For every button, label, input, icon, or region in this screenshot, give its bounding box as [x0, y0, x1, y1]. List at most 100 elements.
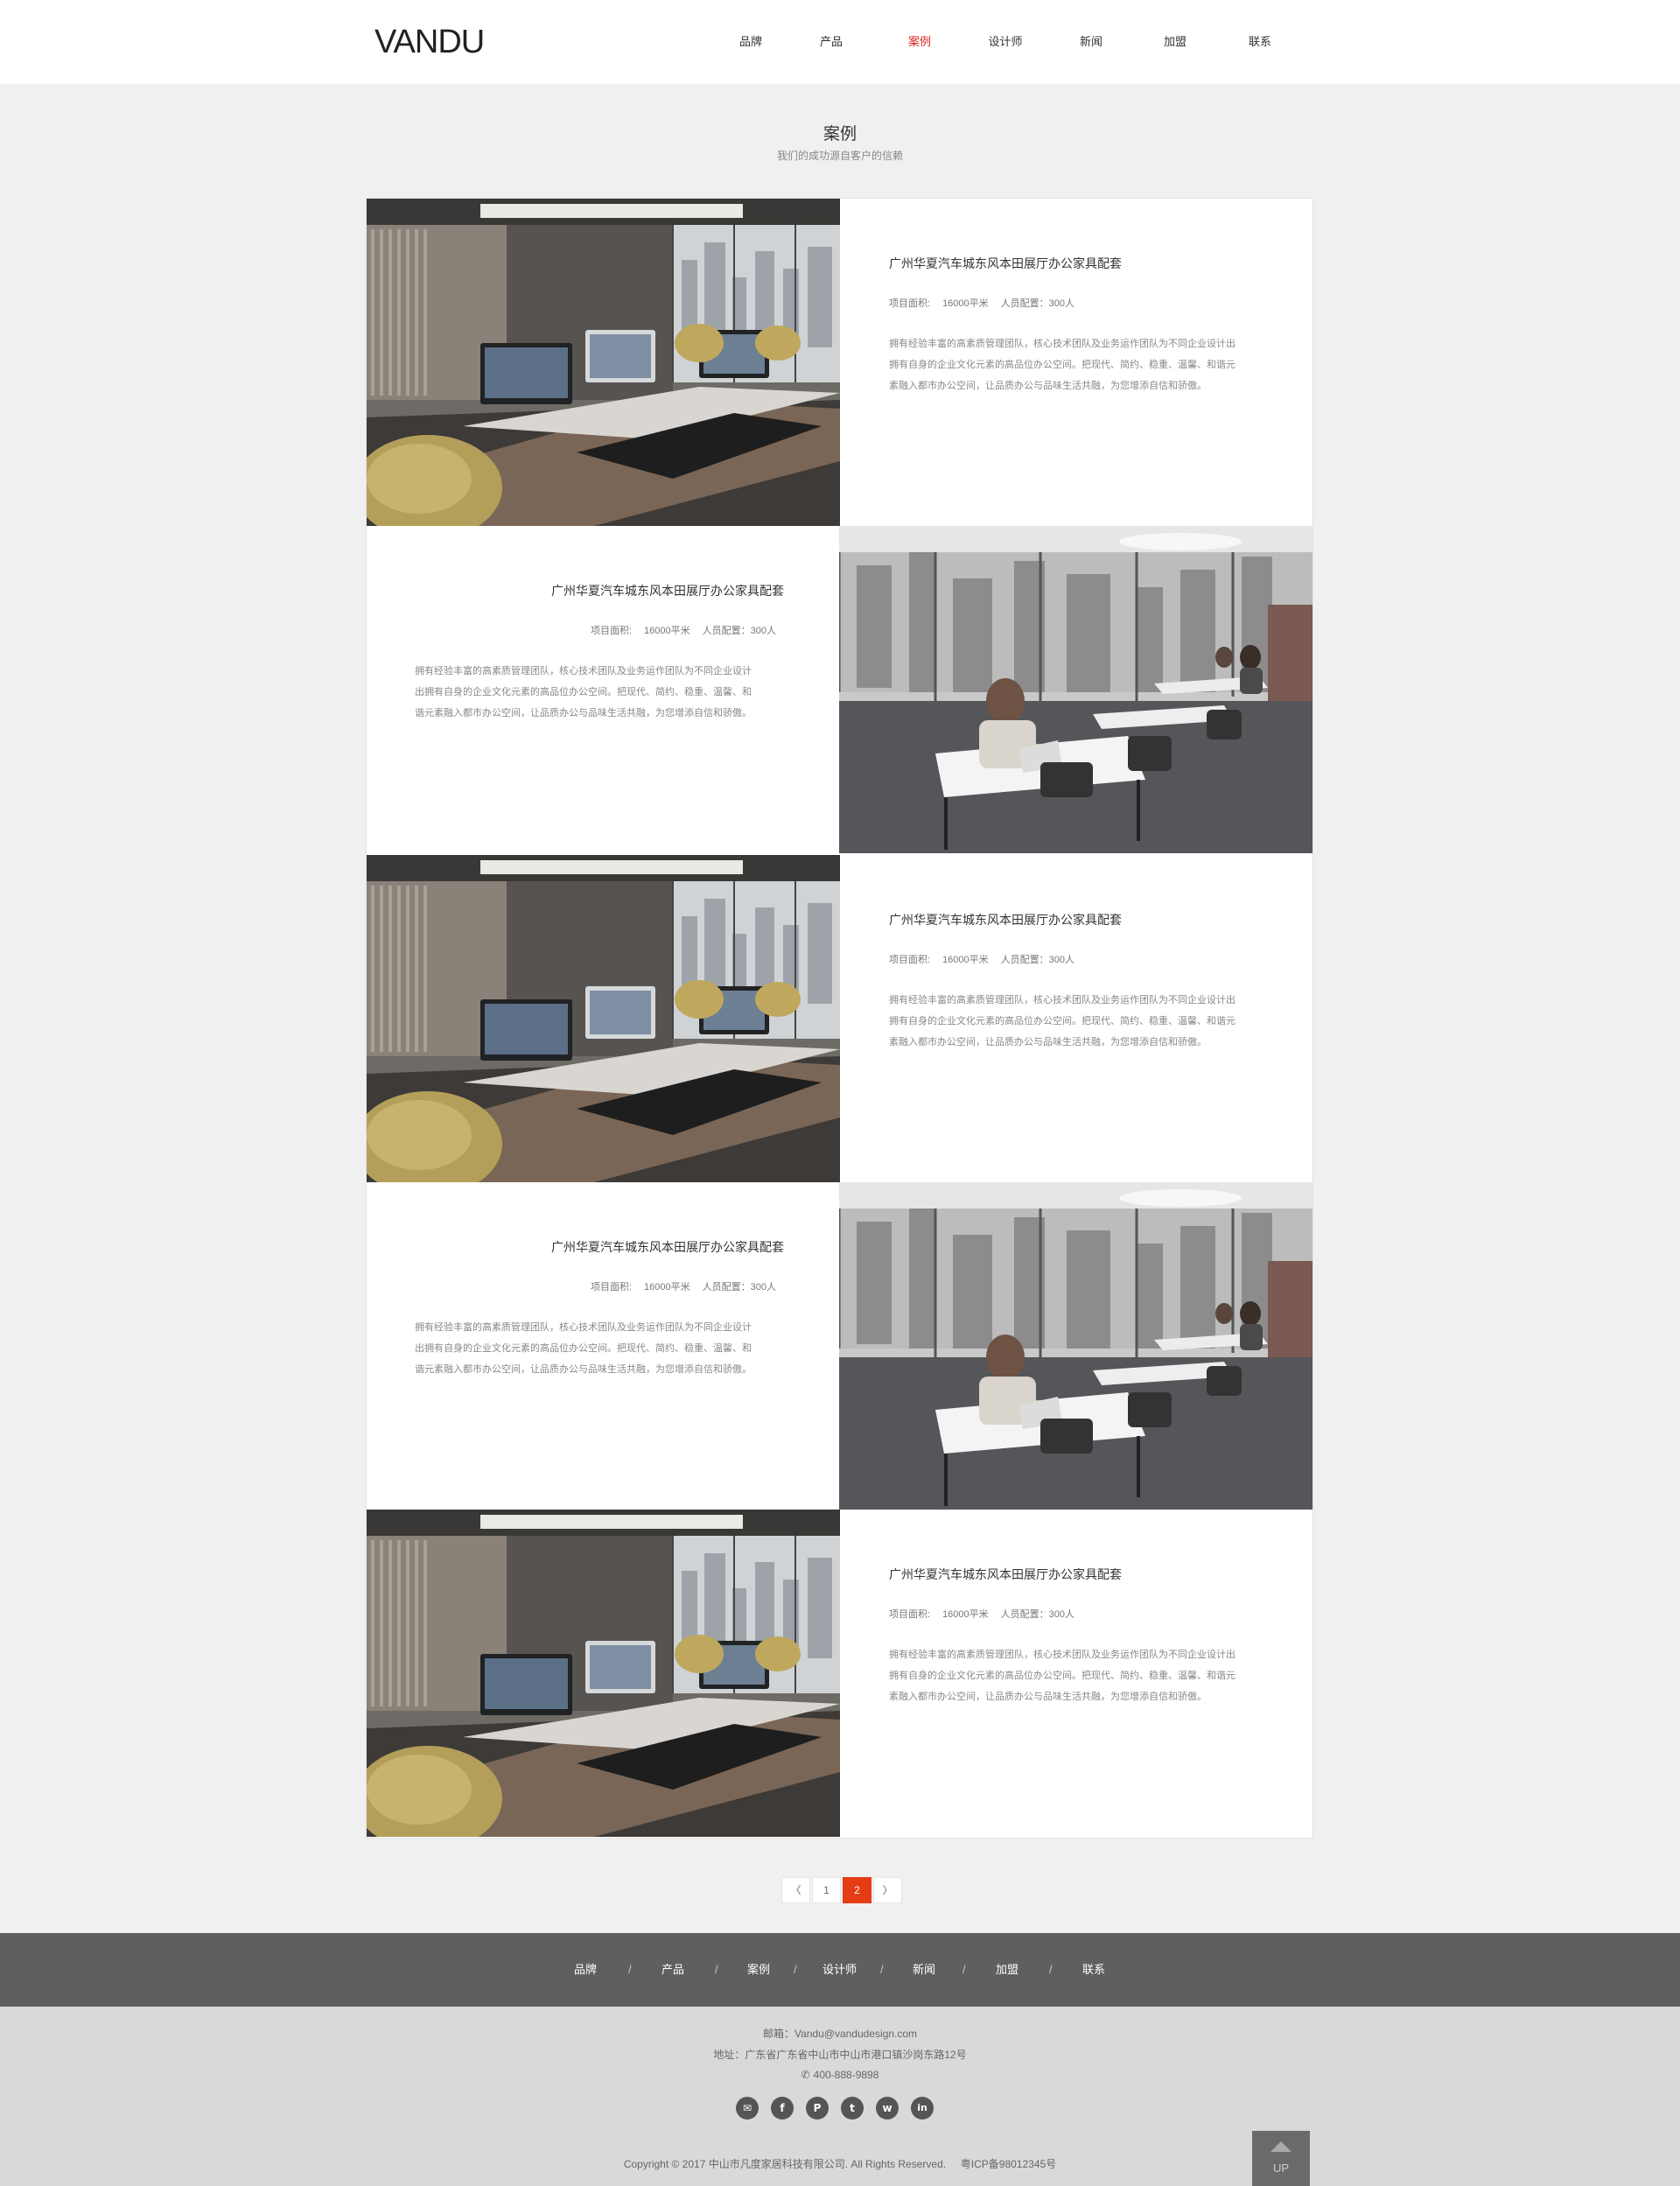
- facebook-icon[interactable]: f: [771, 2097, 794, 2119]
- case-description-line: 谐元素融入都市办公空间，让品质办公与品味生活共融，为您增添自信和骄傲。: [415, 708, 752, 718]
- case-description: 拥有经验丰富的高素质管理团队，核心技术团队及业务运作团队为不同企业设计出拥有自身…: [889, 333, 1270, 396]
- footer-nav-join[interactable]: 加盟: [996, 1962, 1018, 1978]
- nav-news[interactable]: 新闻: [1065, 33, 1117, 51]
- case-item[interactable]: 广州华夏汽车城东风本田展厅办公家具配套项目面积: 16000平米 人员配置：300人…: [367, 1182, 1312, 1510]
- case-description-line: 拥有自身的企业文化元素的高品位办公空间。把现代、简约、稳重、温馨、和谐元: [889, 360, 1236, 370]
- case-area-value: 16000平米: [942, 298, 989, 309]
- section-title: 案例: [822, 125, 857, 144]
- page-1-button[interactable]: 1: [812, 1877, 841, 1903]
- case-description-line: 拥有经验丰富的高素质管理团队，核心技术团队及业务运作团队为不同企业设计: [415, 666, 752, 676]
- back-to-top-button[interactable]: UP: [1252, 2131, 1310, 2186]
- footer-nav-products[interactable]: 产品: [662, 1962, 684, 1978]
- copyright-text: Copyright © 2017 中山市凡度家居科技有限公司. All Righ…: [623, 2158, 947, 2170]
- footer-nav-news[interactable]: 新闻: [913, 1962, 935, 1978]
- footer-nav-separator: /: [962, 1963, 966, 1976]
- next-page-button[interactable]: 〉: [873, 1877, 902, 1903]
- case-info: 广州华夏汽车城东风本田展厅办公家具配套项目面积: 16000平米 人员配置：300人…: [367, 526, 839, 853]
- case-title[interactable]: 广州华夏汽车城东风本田展厅办公家具配套: [889, 1566, 1122, 1583]
- case-description-line: 拥有经验丰富的高素质管理团队，核心技术团队及业务运作团队为不同企业设计: [415, 1322, 752, 1333]
- nav-contact[interactable]: 联系: [1234, 33, 1286, 51]
- case-area-value: 16000平米: [644, 626, 690, 636]
- footer-nav-separator: /: [715, 1963, 718, 1976]
- case-description-line: 拥有经验丰富的高素质管理团队，核心技术团队及业务运作团队为不同企业设计出: [889, 339, 1236, 349]
- case-meta: 项目面积: 16000平米 人员配置：300人: [889, 953, 1087, 967]
- nav-join[interactable]: 加盟: [1149, 33, 1201, 51]
- footer-nav: 品牌 产品 案例 设计师 新闻 加盟 联系 / / / / / /: [0, 1933, 1680, 2007]
- case-area-label: 项目面积:: [889, 1609, 931, 1620]
- footer-phone-number: 400-888-9898: [813, 2069, 879, 2081]
- nav-brand[interactable]: 品牌: [724, 33, 777, 51]
- weibo-icon[interactable]: w: [876, 2097, 899, 2119]
- case-info: 广州华夏汽车城东风本田展厅办公家具配套项目面积: 16000平米 人员配置：300人…: [840, 199, 1312, 526]
- footer-info: 邮箱：Vandu@vandudesign.com 地址：广东省广东省中山市中山市…: [0, 2007, 1680, 2186]
- office-desks-photo[interactable]: [367, 199, 840, 526]
- case-staff: 人员配置：300人: [702, 1282, 776, 1293]
- footer-nav-contact[interactable]: 联系: [1082, 1962, 1105, 1978]
- case-area-value: 16000平米: [942, 1609, 989, 1620]
- case-staff: 人员配置：300人: [1000, 1609, 1075, 1620]
- page-2-button[interactable]: 2: [843, 1877, 872, 1903]
- nav-cases[interactable]: 案例: [893, 33, 946, 51]
- case-area-label: 项目面积:: [590, 626, 633, 636]
- prev-page-button[interactable]: 〈: [781, 1877, 810, 1903]
- copyright: Copyright © 2017 中山市凡度家居科技有限公司. All Righ…: [0, 2156, 1680, 2172]
- icp-number[interactable]: 粤ICP备98012345号: [961, 2158, 1056, 2170]
- footer-nav-cases[interactable]: 案例: [747, 1962, 770, 1978]
- case-description-line: 出拥有自身的企业文化元素的高品位办公空间。把现代、简约、稳重、温馨、和: [415, 687, 752, 697]
- footer-email: 邮箱：Vandu@vandudesign.com: [762, 2028, 918, 2040]
- main-nav: 品牌 产品 案例 设计师 新闻 加盟 联系: [0, 0, 1680, 84]
- case-info: 广州华夏汽车城东风本田展厅办公家具配套 项目面积: 16000平米 人员配置：300人…: [840, 855, 1312, 1182]
- office-cafe-photo[interactable]: [839, 1182, 1312, 1510]
- footer-phone: ✆ 400-888-9898: [0, 2067, 1680, 2083]
- case-description-line: 谐元素融入都市办公空间，让品质办公与品味生活共融，为您增添自信和骄傲。: [415, 1364, 752, 1375]
- case-description: 拥有经验丰富的高素质管理团队，核心技术团队及业务运作团队为不同企业设计出拥有自身…: [415, 661, 796, 724]
- pinterest-icon[interactable]: P: [806, 2097, 829, 2119]
- case-title[interactable]: 广州华夏汽车城东风本田展厅办公家具配套: [889, 255, 1122, 272]
- back-to-top-label: UP: [1272, 2161, 1290, 2175]
- case-staff: 人员配置：300人: [1000, 298, 1075, 309]
- wechat-icon[interactable]: ✉: [736, 2097, 759, 2119]
- case-item[interactable]: 广州华夏汽车城东风本田展厅办公家具配套项目面积: 16000平米 人员配置：300人…: [367, 199, 1312, 526]
- case-title[interactable]: 广州华夏汽车城东风本田展厅办公家具配套: [551, 1238, 784, 1256]
- section-subtitle: 我们的成功源自客户的信赖: [776, 150, 903, 162]
- footer-nav-separator: /: [880, 1963, 884, 1976]
- case-description: 拥有经验丰富的高素质管理团队，核心技术团队及业务运作团队为不同企业设计出拥有自身…: [415, 1317, 796, 1380]
- case-list: 广州华夏汽车城东风本田展厅办公家具配套 项目面积: 16000平米 人员配置：300人…: [366, 198, 1313, 1839]
- footer-nav-separator: /: [628, 1963, 632, 1976]
- case-meta: 项目面积: 16000平米 人员配置：300人: [889, 297, 1087, 311]
- case-staff: 人员配置：300人: [702, 626, 776, 636]
- case-description: 拥有经验丰富的高素质管理团队，核心技术团队及业务运作团队为不同企业设计出拥有自身…: [889, 1644, 1270, 1707]
- phone-icon: ✆: [801, 2069, 810, 2081]
- twitter-icon[interactable]: t: [841, 2097, 864, 2119]
- office-desks-photo[interactable]: [367, 1510, 840, 1837]
- case-item[interactable]: 广州华夏汽车城东风本田展厅办公家具配套 项目面积: 16000平米 人员配置：300人…: [367, 855, 1312, 1182]
- footer-nav-brand[interactable]: 品牌: [574, 1962, 597, 1978]
- case-title[interactable]: 广州华夏汽车城东风本田展厅办公家具配套: [551, 582, 784, 599]
- case-area-value: 16000平米: [644, 1282, 690, 1293]
- case-description-line: 拥有自身的企业文化元素的高品位办公空间。把现代、简约、稳重、温馨、和谐元: [889, 1671, 1236, 1681]
- footer-nav-separator: /: [1049, 1963, 1053, 1976]
- linkedin-icon[interactable]: in: [911, 2097, 934, 2119]
- case-description-line: 拥有经验丰富的高素质管理团队，核心技术团队及业务运作团队为不同企业设计出: [889, 995, 1236, 1005]
- case-area-label: 项目面积:: [889, 298, 931, 309]
- arrow-up-icon: [1270, 2141, 1292, 2152]
- case-item[interactable]: 广州华夏汽车城东风本田展厅办公家具配套项目面积: 16000平米 人员配置：300人…: [367, 1510, 1312, 1837]
- case-info: 广州华夏汽车城东风本田展厅办公家具配套项目面积: 16000平米 人员配置：300人…: [367, 1182, 839, 1510]
- case-description-line: 素融入都市办公空间，让品质办公与品味生活共融，为您增添自信和骄傲。: [889, 1692, 1207, 1702]
- case-staff: 人员配置：300人: [1000, 955, 1075, 965]
- nav-designers[interactable]: 设计师: [979, 33, 1032, 51]
- case-description: 拥有经验丰富的高素质管理团队，核心技术团队及业务运作团队为不同企业设计出拥有自身…: [889, 990, 1270, 1053]
- nav-products[interactable]: 产品: [805, 33, 858, 51]
- case-item[interactable]: 广州华夏汽车城东风本田展厅办公家具配套项目面积: 16000平米 人员配置：300人…: [367, 526, 1312, 853]
- footer-nav-designers[interactable]: 设计师: [822, 1962, 857, 1978]
- footer-address: 地址：广东省广东省中山市中山市港口镇沙岗东路12号: [713, 2049, 967, 2061]
- case-description-line: 素融入都市办公空间，让品质办公与品味生活共融，为您增添自信和骄傲。: [889, 1037, 1207, 1047]
- case-description-line: 拥有自身的企业文化元素的高品位办公空间。把现代、简约、稳重、温馨、和谐元: [889, 1016, 1236, 1026]
- office-cafe-photo[interactable]: [839, 526, 1312, 853]
- case-title[interactable]: 广州华夏汽车城东风本田展厅办公家具配套: [889, 911, 1122, 928]
- case-meta: 项目面积: 16000平米 人员配置：300人: [591, 1280, 788, 1294]
- case-description-line: 拥有经验丰富的高素质管理团队，核心技术团队及业务运作团队为不同企业设计出: [889, 1650, 1236, 1660]
- case-description-line: 出拥有自身的企业文化元素的高品位办公空间。把现代、简约、稳重、温馨、和: [415, 1343, 752, 1354]
- case-area-label: 项目面积:: [590, 1282, 633, 1293]
- office-desks-photo[interactable]: [367, 855, 840, 1182]
